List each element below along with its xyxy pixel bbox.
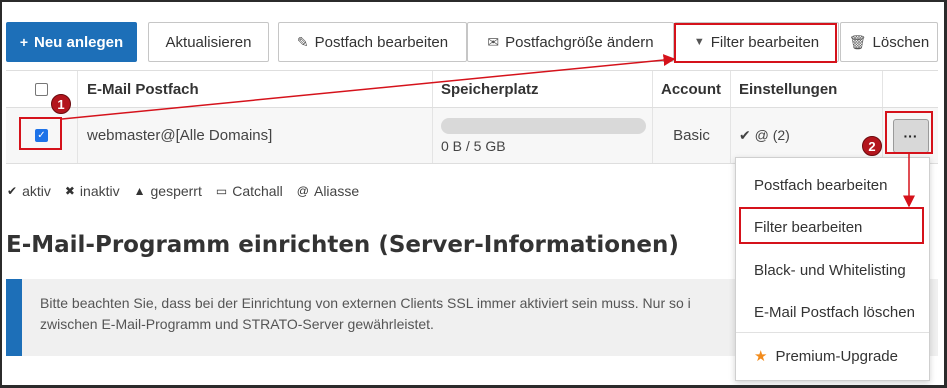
menu-item-edit-filter[interactable]: Filter bearbeiten: [736, 215, 929, 239]
delete-button[interactable]: 🗑︎ Löschen: [840, 22, 938, 62]
settings-summary: ✔ @ (2): [731, 108, 883, 163]
row-select-cell: ✓: [6, 108, 78, 163]
edit-icon: ✎: [296, 33, 309, 50]
storage-usage-bar: [441, 117, 646, 134]
step-badge-1: 1: [51, 94, 71, 114]
legend-aliases: @ Aliasse: [297, 183, 359, 199]
edit-filter-label: Filter bearbeiten: [710, 33, 820, 51]
legend-active: ✔ aktiv: [7, 183, 51, 199]
trash-icon: 🗑︎: [848, 33, 867, 50]
header-actions: [883, 71, 938, 107]
menu-item-black-whitelist[interactable]: Black- und Whitelisting: [736, 258, 929, 282]
envelope-gear-icon: ✉: [487, 33, 500, 50]
legend-inactive: ✖ inaktiv: [65, 183, 120, 199]
more-actions-button[interactable]: ···: [892, 118, 929, 153]
storage-text: 0 B / 5 GB: [441, 137, 506, 154]
mailbox-table: E-Mail Postfach Speicherplatz Account Ei…: [6, 70, 938, 164]
check-icon: ✔: [7, 184, 18, 198]
legend-active-label: aktiv: [22, 183, 51, 199]
actions-dropdown: Postfach bearbeiten Filter bearbeiten Bl…: [735, 157, 930, 381]
legend-inactive-label: inaktiv: [79, 183, 120, 199]
menu-item-delete-mailbox[interactable]: E-Mail Postfach löschen: [736, 300, 929, 324]
table-header: E-Mail Postfach Speicherplatz Account Ei…: [6, 71, 938, 108]
step-badge-2: 2: [862, 136, 882, 156]
mailbox-address: webmaster@[Alle Domains]: [78, 108, 433, 163]
legend-catchall: ▭ Catchall: [216, 183, 283, 199]
info-text: Bitte beachten Sie, dass bei der Einrich…: [40, 295, 691, 332]
menu-item-premium-upgrade[interactable]: ★ Premium-Upgrade: [736, 344, 929, 368]
account-type: Basic: [653, 108, 731, 163]
legend-catchall-label: Catchall: [232, 183, 283, 199]
header-account[interactable]: Account: [653, 71, 731, 107]
header-mailbox[interactable]: E-Mail Postfach: [78, 71, 433, 107]
refresh-button[interactable]: Aktualisieren: [148, 22, 269, 62]
legend-locked: ▲ gesperrt: [134, 183, 202, 199]
star-icon: ★: [754, 348, 768, 365]
table-row[interactable]: ✓ webmaster@[Alle Domains] 0 B / 5 GB Ba…: [6, 108, 938, 164]
catchall-icon: ▭: [215, 184, 228, 198]
edit-mailbox-button[interactable]: ✎ Postfach bearbeiten: [278, 22, 467, 62]
edit-filter-button[interactable]: ▼ Filter bearbeiten: [674, 22, 839, 62]
delete-button-label: Löschen: [872, 33, 930, 51]
legend-aliases-label: Aliasse: [313, 183, 360, 199]
menu-item-edit-mailbox[interactable]: Postfach bearbeiten: [736, 173, 929, 197]
storage-cell: 0 B / 5 GB: [433, 108, 653, 163]
actions-cell: ···: [883, 108, 938, 163]
legend-locked-label: gesperrt: [150, 183, 202, 199]
plus-icon: +: [19, 34, 28, 50]
section-title: E-Mail-Programm einrichten (Server-Infor…: [6, 232, 679, 258]
select-all-checkbox[interactable]: [35, 82, 48, 96]
change-size-button[interactable]: ✉ Postfachgröße ändern: [467, 22, 674, 62]
menu-divider: [736, 332, 929, 333]
change-size-label: Postfachgröße ändern: [505, 33, 654, 51]
header-settings: Einstellungen: [731, 71, 883, 107]
header-storage[interactable]: Speicherplatz: [433, 71, 653, 107]
x-icon: ✖: [64, 184, 75, 198]
filter-icon: ▼: [693, 36, 705, 48]
refresh-button-label: Aktualisieren: [165, 33, 252, 51]
premium-upgrade-label: Premium-Upgrade: [775, 347, 898, 365]
new-button[interactable]: + Neu anlegen: [6, 22, 137, 62]
new-button-label: Neu anlegen: [34, 33, 124, 51]
status-legend: ✔ aktiv ✖ inaktiv ▲ gesperrt ▭ Catchall @ Ali…: [7, 183, 359, 199]
edit-mailbox-label: Postfach bearbeiten: [314, 33, 449, 51]
warning-icon: ▲: [133, 184, 146, 198]
at-icon: @: [296, 184, 309, 198]
row-checkbox[interactable]: ✓: [35, 129, 48, 142]
